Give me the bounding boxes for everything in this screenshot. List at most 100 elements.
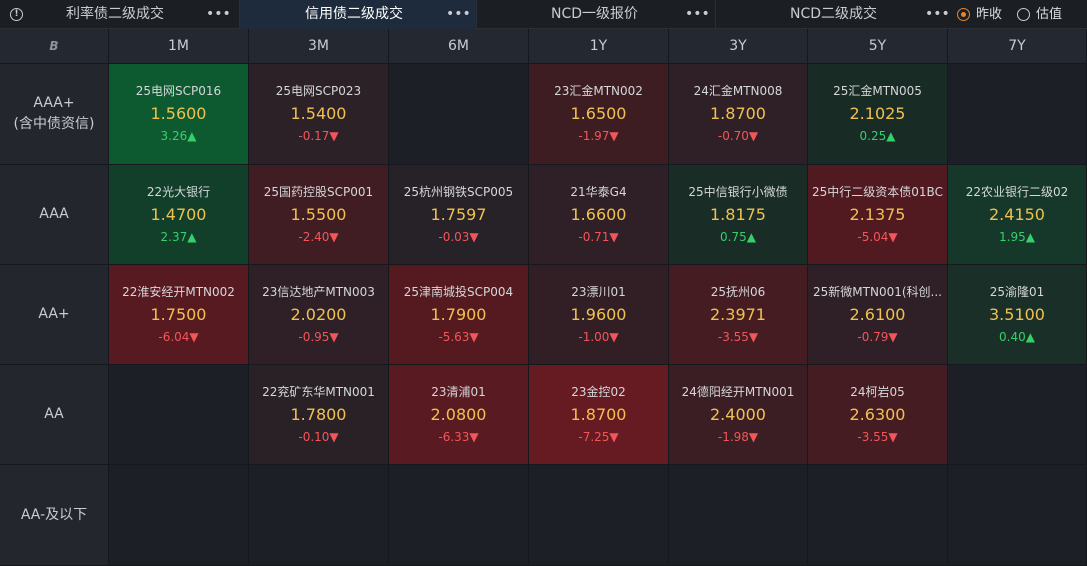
bond-cell[interactable]: 25电网SCP023 1.5400 -0.17▼ (249, 64, 389, 165)
bond-change: -3.55▼ (717, 330, 759, 344)
bond-change: -6.33▼ (438, 430, 479, 444)
yield-matrix: B 1M 3M 6M 1Y 3Y 5Y 7Y AAA+ (含中债资信) 25电网SCP016 1.5… (0, 29, 1087, 566)
bond-change: -1.98▼ (717, 430, 759, 444)
bond-cell[interactable]: 24德阳经开MTN001 2.4000 -1.98▼ (669, 365, 808, 465)
empty-cell (948, 64, 1087, 165)
radio-yesterday-close[interactable]: 昨收 (957, 0, 1007, 29)
tab-label: NCD二级成交 (790, 6, 878, 22)
bond-cell[interactable]: 24汇金MTN008 1.8700 -0.70▼ (669, 64, 808, 165)
empty-cell (529, 465, 669, 566)
bond-yield: 2.1375 (849, 205, 906, 224)
bond-cell[interactable]: 22农业银行二级02 2.4150 1.95▲ (948, 165, 1087, 265)
bond-change: -0.17▼ (298, 129, 339, 143)
bond-change: -0.95▼ (298, 330, 339, 344)
column-header[interactable]: 1M (109, 29, 249, 64)
bond-cell[interactable]: 25汇金MTN005 2.1025 0.25▲ (808, 64, 948, 165)
bond-cell[interactable]: 25电网SCP016 1.5600 3.26▲ (109, 64, 249, 165)
bond-cell[interactable]: 23清浦01 2.0800 -6.33▼ (389, 365, 529, 465)
bond-cell[interactable]: 22光大银行 1.4700 2.37▲ (109, 165, 249, 265)
bond-change: -0.79▼ (857, 330, 898, 344)
bond-name: 23信达地产MTN003 (262, 285, 375, 299)
bond-cell[interactable]: 25渝隆01 3.5100 0.40▲ (948, 265, 1087, 365)
bond-name: 24德阳经开MTN001 (681, 385, 795, 399)
bond-cell[interactable]: 23漂川01 1.9600 -1.00▼ (529, 265, 669, 365)
bond-name: 25电网SCP023 (275, 84, 362, 98)
bond-yield: 1.7800 (290, 405, 347, 424)
bond-change: 0.40▲ (999, 330, 1035, 344)
bond-name: 25杭州钢铁SCP005 (403, 185, 514, 199)
bond-yield: 2.0200 (290, 305, 347, 324)
tab-credit-bond-secondary[interactable]: 信用债二级成交 ••• (240, 0, 476, 29)
bond-name: 21华泰G4 (570, 185, 627, 199)
bond-cell[interactable]: 23信达地产MTN003 2.0200 -0.95▼ (249, 265, 389, 365)
empty-cell (669, 465, 808, 566)
bond-change: -2.40▼ (298, 230, 339, 244)
bond-change: 0.75▲ (720, 230, 756, 244)
bond-cell[interactable]: 25中信银行小微债 1.8175 0.75▲ (669, 165, 808, 265)
tab-rate-bond-secondary[interactable]: 利率债二级成交 ••• (28, 0, 239, 29)
more-icon[interactable]: ••• (685, 0, 710, 29)
bond-yield: 2.4150 (989, 205, 1045, 224)
empty-cell (948, 365, 1087, 465)
bond-change: 2.37▲ (160, 230, 197, 244)
column-header[interactable]: 6M (389, 29, 529, 64)
column-header[interactable]: 1Y (529, 29, 669, 64)
bond-name: 25国药控股SCP001 (263, 185, 374, 199)
bond-cell[interactable]: 25中行二级资本债01BC 2.1375 -5.04▼ (808, 165, 948, 265)
bond-yield: 1.9600 (570, 305, 627, 324)
bond-yield: 1.7900 (430, 305, 487, 324)
more-icon[interactable]: ••• (206, 0, 231, 29)
bond-cell[interactable]: 21华泰G4 1.6600 -0.71▼ (529, 165, 669, 265)
tab-ncd-primary-quote[interactable]: NCD一级报价 ••• (477, 0, 715, 29)
bond-change: -1.00▼ (578, 330, 619, 344)
bond-cell[interactable]: 25津南城投SCP004 1.7900 -5.63▼ (389, 265, 529, 365)
bond-change: -5.63▼ (438, 330, 479, 344)
bond-name: 25汇金MTN005 (833, 84, 922, 98)
empty-cell (249, 465, 389, 566)
bond-change: -0.03▼ (438, 230, 479, 244)
bond-change: -1.97▼ (578, 129, 619, 143)
rating-row-header: AA-及以下 (0, 465, 109, 566)
bond-name: 25新微MTN001(科创... (813, 285, 942, 299)
bond-name: 25中信银行小微债 (688, 185, 788, 199)
bond-name: 22兖矿东华MTN001 (262, 385, 375, 399)
bond-yield: 1.7500 (150, 305, 207, 324)
rating-label: AA-及以下 (20, 506, 88, 523)
tab-label: 利率债二级成交 (66, 6, 164, 22)
radio-label: 昨收 (976, 7, 1003, 22)
radio-selected-icon[interactable] (957, 8, 970, 21)
column-header[interactable]: 3Y (669, 29, 808, 64)
bond-name: 23汇金MTN002 (554, 84, 643, 98)
tab-label: NCD一级报价 (551, 6, 639, 22)
bond-cell[interactable]: 23金控02 1.8700 -7.25▼ (529, 365, 669, 465)
bond-name: 22光大银行 (146, 185, 211, 199)
bond-cell[interactable]: 25新微MTN001(科创... 2.6100 -0.79▼ (808, 265, 948, 365)
rating-label: AAA+ (33, 95, 75, 111)
bond-yield: 1.5600 (150, 104, 207, 123)
bond-change: 3.26▲ (160, 129, 197, 143)
bond-cell[interactable]: 22兖矿东华MTN001 1.7800 -0.10▼ (249, 365, 389, 465)
corner-logo: B (0, 29, 109, 64)
column-header[interactable]: 7Y (948, 29, 1087, 64)
bond-cell[interactable]: 24柯岩05 2.6300 -3.55▼ (808, 365, 948, 465)
bond-change: 0.25▲ (859, 129, 896, 143)
bond-cell[interactable]: 25抚州06 2.3971 -3.55▼ (669, 265, 808, 365)
logo-icon: B (49, 39, 59, 53)
info-icon[interactable]: ! (10, 8, 23, 21)
bond-cell[interactable]: 23汇金MTN002 1.6500 -1.97▼ (529, 64, 669, 165)
bond-name: 24汇金MTN008 (693, 84, 783, 98)
radio-unselected-icon[interactable] (1017, 8, 1030, 21)
more-icon[interactable]: ••• (446, 0, 471, 29)
bond-cell[interactable]: 22淮安经开MTN002 1.7500 -6.04▼ (109, 265, 249, 365)
column-header[interactable]: 3M (249, 29, 389, 64)
tab-ncd-secondary[interactable]: NCD二级成交 ••• (716, 0, 950, 29)
empty-cell (948, 465, 1087, 566)
bond-cell[interactable]: 25杭州钢铁SCP005 1.7597 -0.03▼ (389, 165, 529, 265)
bond-cell[interactable]: 25国药控股SCP001 1.5500 -2.40▼ (249, 165, 389, 265)
more-icon[interactable]: ••• (925, 0, 950, 29)
column-header[interactable]: 5Y (808, 29, 948, 64)
radio-estimate[interactable]: 估值 (1017, 0, 1067, 29)
empty-cell (808, 465, 948, 566)
rating-label: AA+ (38, 306, 70, 322)
bond-change: 1.95▲ (999, 230, 1035, 244)
